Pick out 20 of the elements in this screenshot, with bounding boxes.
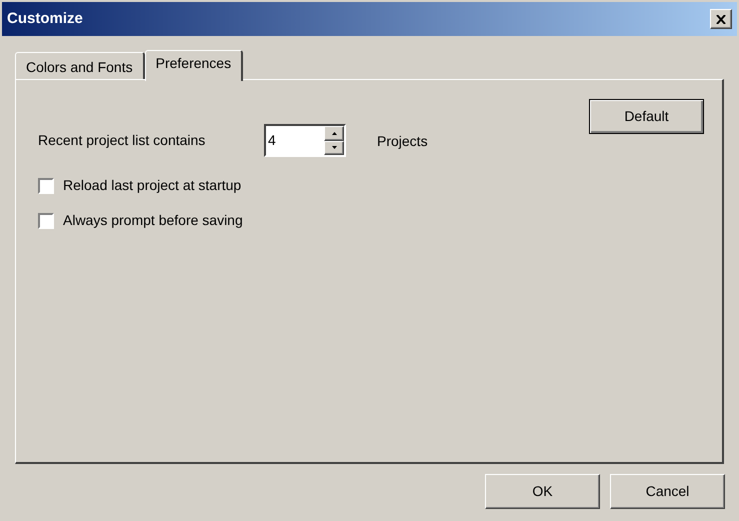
close-button[interactable] (710, 9, 732, 29)
spin-up-button[interactable] (324, 126, 344, 140)
tab[interactable]: Preferences (144, 50, 244, 81)
close-icon (716, 14, 726, 24)
down-arrow-icon (332, 146, 336, 150)
checkbox[interactable] (38, 212, 54, 228)
checkbox-label: Reload last project at startup (63, 176, 242, 195)
recent-projects-spinner[interactable]: 4 (264, 124, 346, 157)
checkbox[interactable] (38, 178, 54, 194)
dialog-button[interactable]: OK (485, 474, 600, 509)
default-button[interactable]: Default (589, 99, 704, 134)
recent-projects-label: Recent project list contains (38, 131, 206, 150)
checkbox-label: Always prompt before saving (63, 211, 243, 230)
window-title: Customize (7, 8, 83, 29)
spin-down-button[interactable] (324, 140, 344, 155)
spinner-value: 4 (267, 131, 277, 150)
dialog-button[interactable]: Cancel (610, 474, 725, 509)
tab[interactable]: Colors and Fonts (15, 52, 145, 79)
projects-label: Projects (377, 132, 428, 151)
up-arrow-icon (332, 132, 336, 135)
